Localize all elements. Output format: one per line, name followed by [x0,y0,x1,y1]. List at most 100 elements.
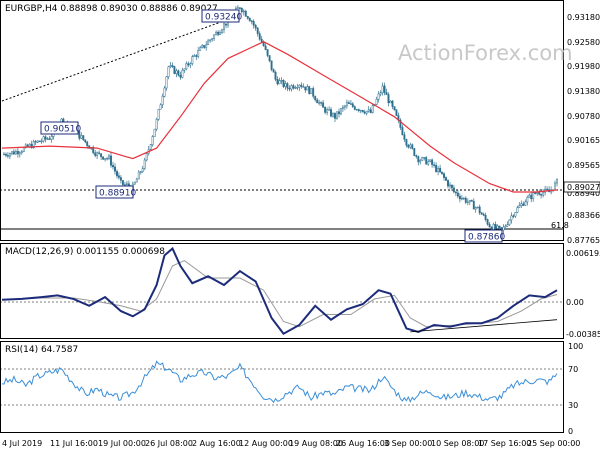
candle-body [183,68,186,71]
candle-body [387,94,390,104]
x-tick: 2 Aug 16:00 [192,439,241,448]
candle-body [280,80,283,82]
x-tick: 17 Sep 16:00 [478,439,531,448]
price-header: EURGBP,H4 0.88898 0.89030 0.88886 0.8902… [5,4,218,14]
candle-body [526,197,529,203]
candle-body [433,164,436,166]
candle-body [450,184,453,189]
candle-body [343,105,346,108]
candle-body [443,173,445,178]
candle-body [3,153,5,156]
candle-body [542,191,545,196]
candle-body [367,109,370,112]
candle-body [377,93,380,100]
candle-body [246,16,249,19]
candle-body [157,109,160,120]
price-y-tick: 0.91380 [567,87,600,96]
candle-body [353,106,356,110]
candle-body [314,96,317,101]
candle-body [464,197,467,203]
candle-body [191,56,194,64]
candle-body [332,113,334,117]
candle-body [355,109,358,111]
candle-body [429,159,432,162]
macd-y-tick: -0.003851 [566,330,600,339]
candle-body [108,155,110,159]
candle-body [322,102,325,108]
last-price-label: 0.89027 [567,183,600,192]
candle-body [84,139,87,143]
candle-body [244,10,247,17]
candle-body [454,191,457,194]
rsi-y-tick: 70 [568,365,578,374]
candle-body [304,86,307,91]
candle-body [361,109,364,113]
candle-body [165,76,168,89]
candle-body [98,152,101,154]
candle-body [510,215,513,221]
candle-body [512,215,515,217]
candle-body [104,158,107,160]
candle-body [474,207,477,210]
candle-body [141,168,144,172]
candle-body [536,192,539,194]
candle-body [456,192,459,197]
candle-body [502,226,505,231]
candle-body [298,84,301,88]
candle-body [349,103,352,105]
price-y-tick: 0.91980 [567,62,600,71]
candle-body [405,139,408,146]
candle-body [347,102,350,104]
price-annotation-low-text: 0.87860 [468,233,505,243]
candle-body [199,47,202,51]
candle-body [532,192,535,200]
candle-body [34,141,37,143]
candle-body [106,158,109,160]
candle-body [437,167,440,172]
candle-body [22,147,25,152]
macd-header: MACD(12,26,9) 0.001155 0.000698 [5,247,165,257]
candle-body [324,107,327,113]
candle-body [50,136,53,140]
watermark: ActionForex.com [398,41,573,65]
candle-body [125,183,128,185]
candle-body [260,38,263,43]
candle-body [38,140,41,142]
candle-body [328,109,331,111]
candle-body [266,49,269,56]
candle-body [36,140,39,143]
price-panel: ActionForex.com EURGBP,H4 0.88898 0.8903… [0,0,600,245]
candle-body [292,85,295,89]
rsi-panel: RSI(14) 64.7587 100 70 30 0 [0,341,583,436]
candle-body [411,144,414,149]
candle-body [383,85,386,93]
candle-body [538,192,541,195]
candle-body [308,86,311,94]
candle-body [12,151,15,155]
rsi-y-tick: 0 [568,427,573,436]
candle-body [151,136,154,145]
candle-body [462,197,465,200]
candle-body [524,201,527,206]
candle-body [153,128,156,137]
candle-body [96,152,99,156]
candle-body [16,150,19,155]
candle-body [268,55,271,62]
candle-body [117,175,120,178]
candle-body [318,102,321,104]
candle-body [419,159,422,163]
price-panel-frame [0,0,564,241]
candle-body [282,80,285,87]
rsi-y-tick: 30 [568,401,578,410]
candle-body [187,63,190,66]
x-tick: 4 Jul 2019 [2,439,42,448]
candle-body [294,87,297,89]
candle-body [514,212,517,217]
candle-body [123,184,126,186]
candle-body [284,83,287,87]
candle-body [431,159,434,165]
candle-body [18,152,21,155]
candle-body [133,181,136,185]
candle-body [274,71,277,80]
x-tick: 3 Sep 00:00 [384,439,432,448]
